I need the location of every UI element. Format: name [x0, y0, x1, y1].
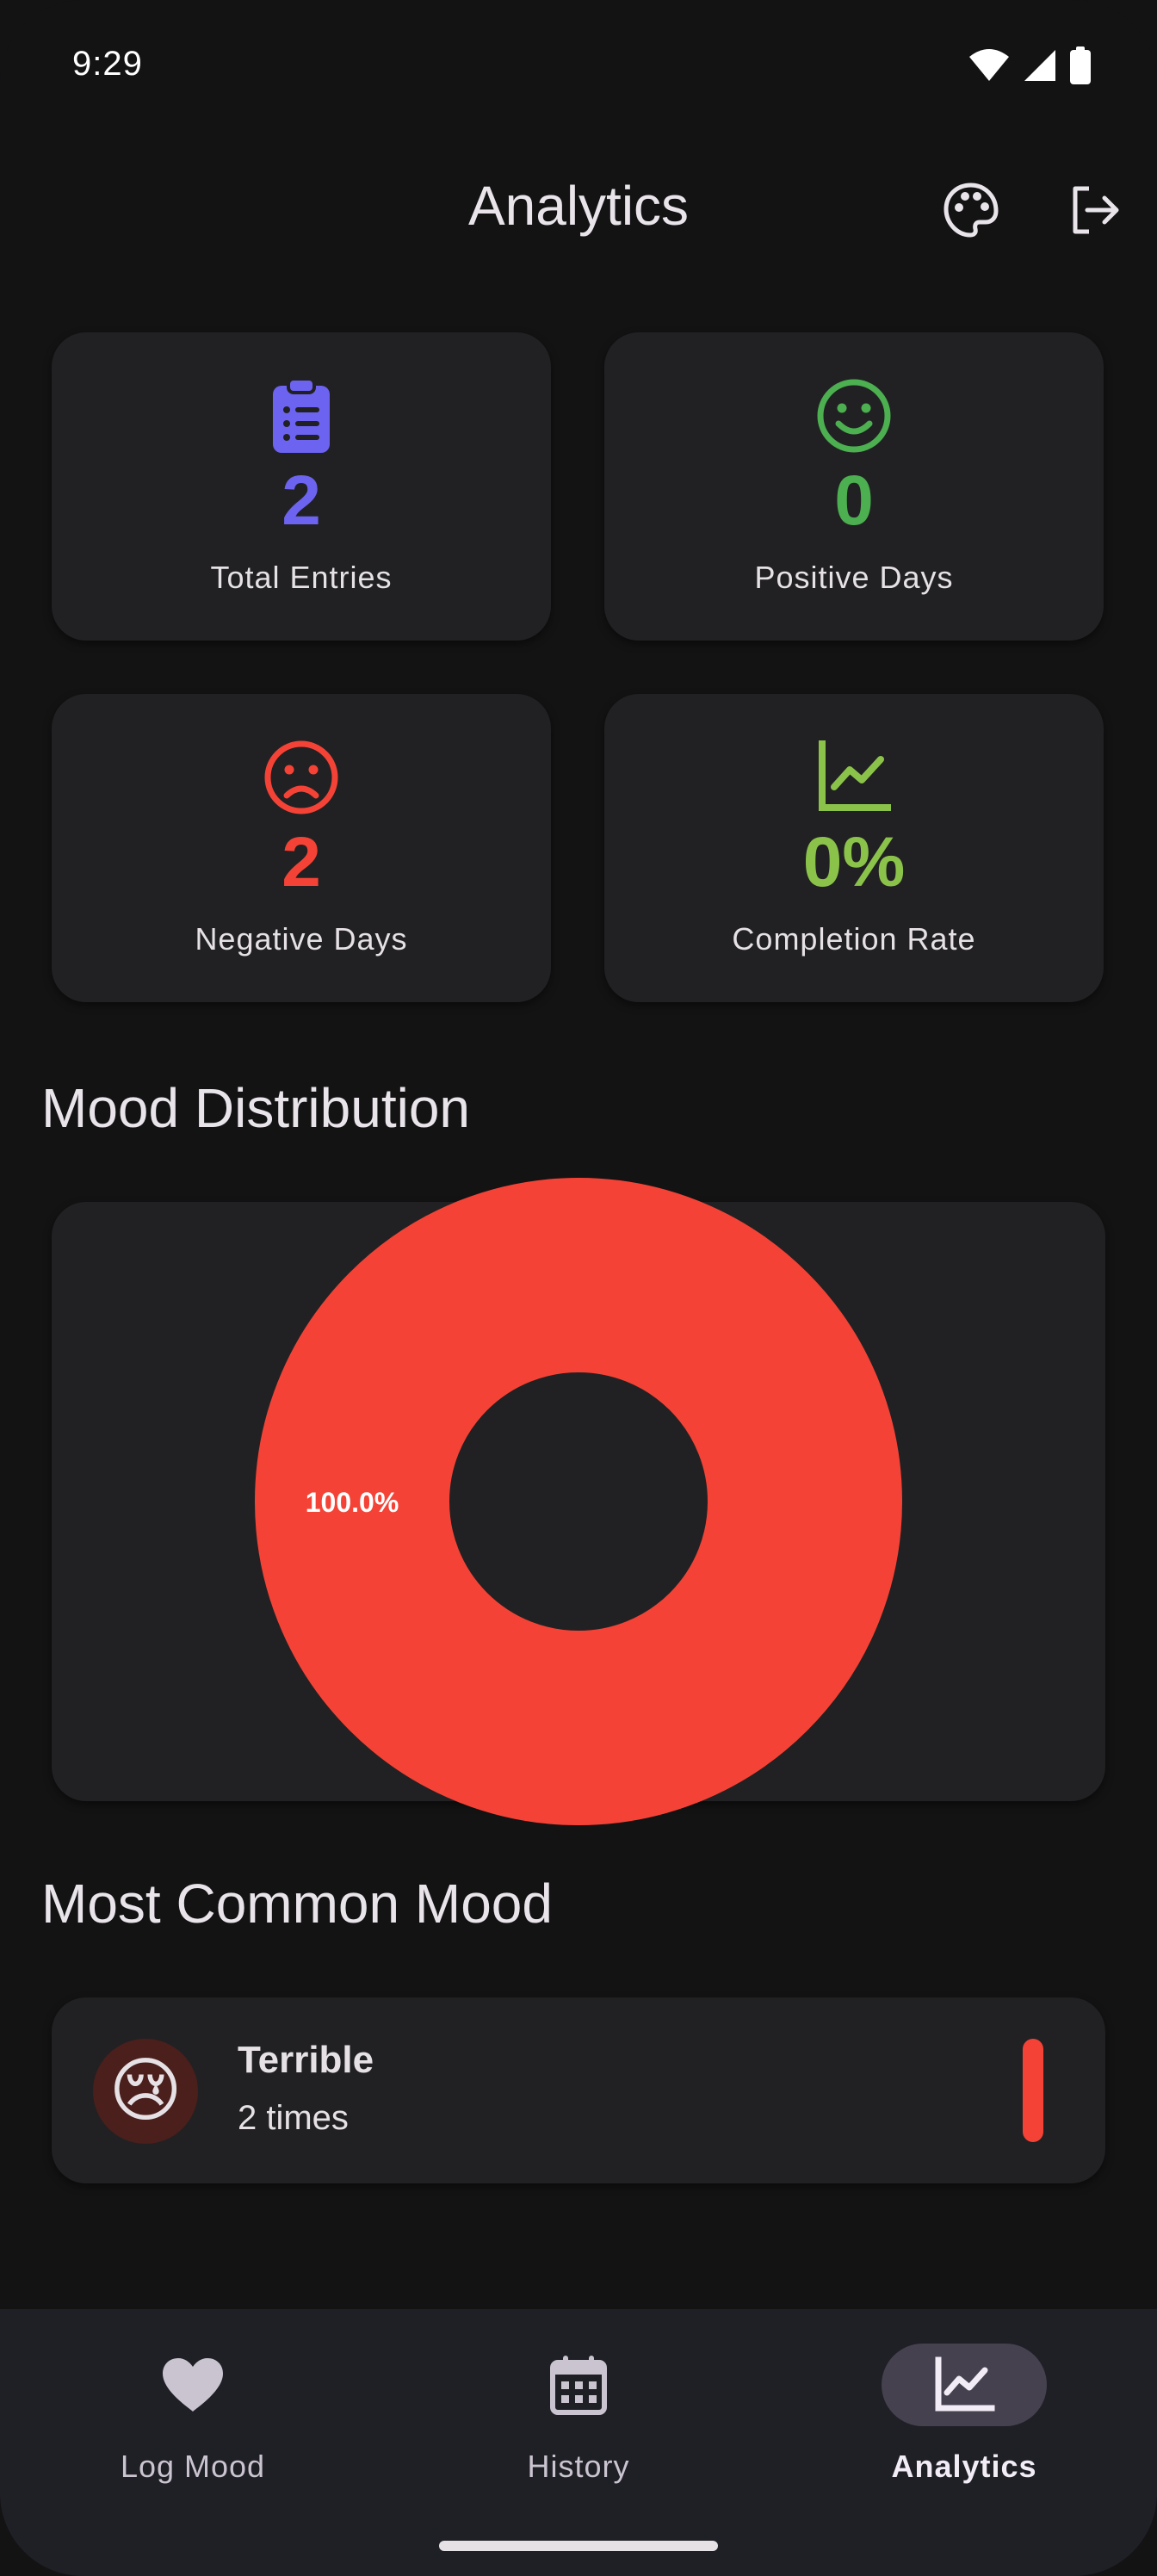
- crying-face-icon: 😢: [93, 2039, 198, 2144]
- nav-item-analytics[interactable]: Analytics: [835, 2344, 1093, 2516]
- analytics-screen: 9:29 Analytics 2 Total Entries 0 Positiv…: [0, 0, 1157, 2576]
- nav-item-log-mood[interactable]: Log Mood: [64, 2344, 322, 2516]
- bottom-navigation: Log Mood History Analytics: [0, 2309, 1157, 2576]
- mood-distribution-chart: 100.0%: [255, 1178, 902, 1825]
- calendar-icon: [496, 2344, 661, 2426]
- pie-slice-label: 100.0%: [306, 1487, 399, 1518]
- home-indicator: [439, 2541, 718, 2551]
- mood-name: Terrible: [238, 2039, 374, 2081]
- nav-item-history[interactable]: History: [449, 2344, 708, 2516]
- nav-label: Analytics: [891, 2449, 1037, 2484]
- nav-label: Log Mood: [120, 2449, 266, 2484]
- mood-count: 2 times: [238, 2099, 349, 2137]
- section-title-common: Most Common Mood: [41, 1873, 553, 1935]
- mood-color-indicator: [1023, 2039, 1043, 2142]
- heart-icon: [110, 2344, 275, 2426]
- nav-label: History: [527, 2449, 630, 2484]
- analytics-icon: [882, 2344, 1047, 2426]
- pie-slice: [255, 1178, 902, 1825]
- most-common-mood-card: 😢 Terrible 2 times: [52, 1997, 1105, 2183]
